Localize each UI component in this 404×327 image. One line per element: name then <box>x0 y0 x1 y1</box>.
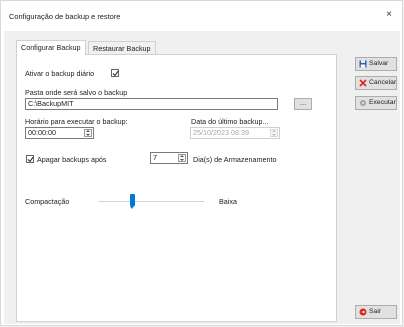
daily-backup-checkbox[interactable] <box>111 69 119 77</box>
last-backup-label: Data do último backup... <box>191 117 269 126</box>
time-value: 00:00:00 <box>28 128 56 137</box>
cancel-button[interactable]: Cancelar <box>355 76 397 90</box>
checkmark-icon <box>27 156 34 163</box>
delete-days-value: 7 <box>153 153 157 162</box>
time-spinner[interactable] <box>84 129 92 137</box>
last-backup-spinner <box>270 129 278 137</box>
compression-slider-track[interactable] <box>98 201 204 202</box>
tab-restaurar-backup[interactable]: Restaurar Backup <box>88 41 156 55</box>
compression-slider-thumb[interactable] <box>130 194 136 209</box>
dialog-body: Configurar Backup Restaurar Backup Ativa… <box>4 31 400 324</box>
time-input[interactable]: 00:00:00 <box>25 127 94 139</box>
window-title: Configuração de backup e restore <box>9 12 121 21</box>
browse-button[interactable]: ... <box>294 98 312 110</box>
save-button[interactable]: Salvar <box>355 57 397 71</box>
title-bar: Configuração de backup e restore × <box>1 1 402 31</box>
cancel-button-label: Cancelar <box>369 79 397 86</box>
red-exit-icon <box>359 308 367 316</box>
folder-input[interactable]: C:\BackupMIT <box>25 98 278 110</box>
daily-backup-label: Ativar o backup diário <box>25 69 95 78</box>
delete-days-input[interactable]: 7 <box>150 152 188 164</box>
execute-button-label: Executar <box>369 99 396 106</box>
execute-button[interactable]: Executar <box>355 96 397 110</box>
folder-value: C:\BackupMIT <box>28 99 74 108</box>
tab-label: Restaurar Backup <box>93 44 151 53</box>
checkmark-icon <box>112 70 119 77</box>
storage-days-label: Dia(s) de Armazenamento <box>193 155 277 164</box>
delete-days-spinner[interactable] <box>178 154 186 162</box>
dialog-window: Configuração de backup e restore × Confi… <box>0 0 403 326</box>
exit-button-label: Sair <box>369 308 382 315</box>
compression-level-label: Baixa <box>219 197 237 206</box>
last-backup-input: 25/10/2023 08:39 <box>190 127 280 139</box>
delete-backups-label: Apagar backups após <box>37 155 107 164</box>
tab-configurar-backup[interactable]: Configurar Backup <box>16 40 86 55</box>
delete-backups-checkbox[interactable] <box>26 155 34 163</box>
folder-label: Pasta onde será salvo o backup <box>25 88 128 97</box>
compression-label: Compactação <box>25 197 70 206</box>
exit-button[interactable]: Sair <box>355 305 397 319</box>
time-label: Horário para executar o backup: <box>25 117 128 126</box>
close-icon[interactable]: × <box>382 8 396 22</box>
tab-label: Configurar Backup <box>21 43 81 52</box>
tab-panel: Ativar o backup diário Pasta onde será s… <box>16 54 337 322</box>
floppy-icon <box>359 60 367 68</box>
gear-run-icon <box>360 100 366 106</box>
red-x-icon <box>359 79 367 87</box>
last-backup-value: 25/10/2023 08:39 <box>193 128 249 137</box>
save-button-label: Salvar <box>369 60 389 67</box>
